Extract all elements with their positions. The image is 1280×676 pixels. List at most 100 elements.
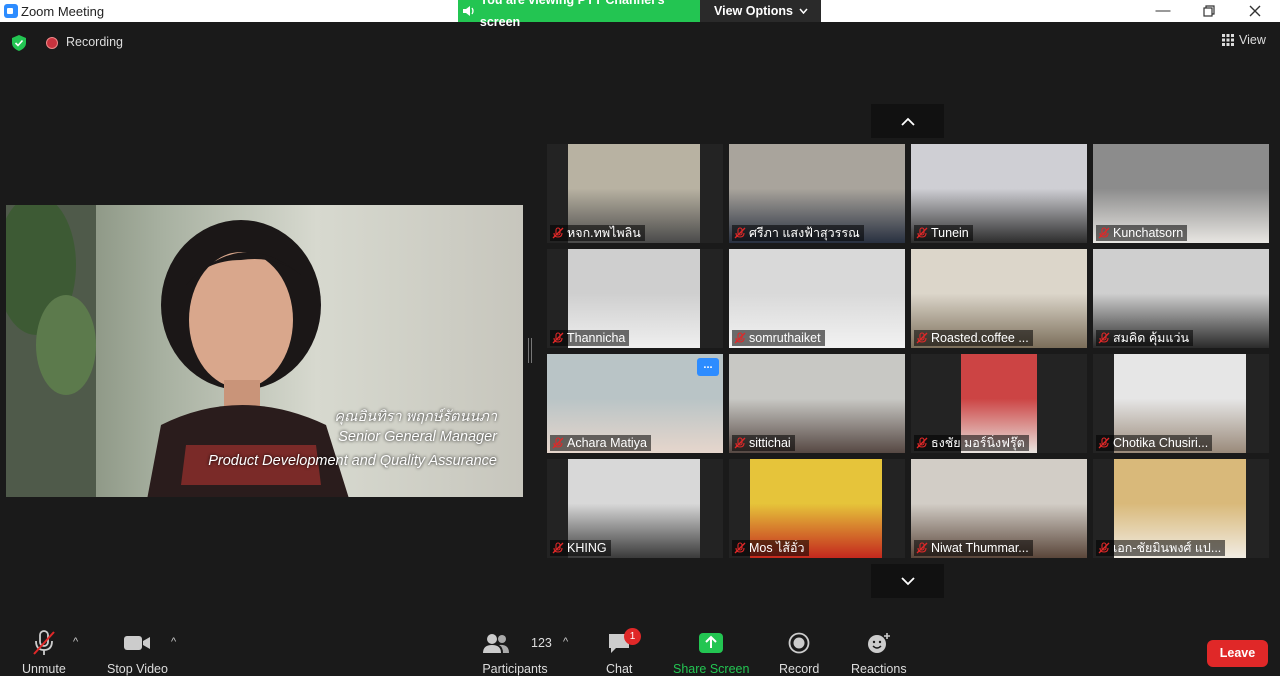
stop-video-button[interactable]: Stop Video — [107, 628, 168, 676]
participant-name-tag: เอก-ชัยมินพงศ์ แป... — [1096, 540, 1226, 556]
close-icon[interactable] — [1232, 1, 1278, 21]
share-screen-label: Share Screen — [673, 662, 750, 676]
chat-unread-badge: 1 — [624, 628, 641, 645]
viewing-banner: You are viewing PYT Channel's screen Vie… — [458, 0, 821, 29]
viewing-indicator: You are viewing PYT Channel's screen — [458, 0, 700, 29]
participant-tile[interactable]: somruthaiket — [729, 249, 905, 348]
share-screen-button[interactable]: Share Screen — [673, 628, 749, 676]
view-options-button[interactable]: View Options — [700, 0, 821, 22]
chevron-down-icon — [900, 576, 915, 585]
participant-name: somruthaiket — [749, 331, 821, 345]
tile-more-options-button[interactable]: ... — [697, 358, 719, 376]
participant-name: Roasted.coffee ... — [931, 331, 1029, 345]
participant-tile[interactable]: Chotika Chusiri... — [1093, 354, 1269, 453]
unmute-button[interactable]: Unmute — [22, 628, 66, 676]
leave-button[interactable]: Leave — [1207, 640, 1268, 667]
participant-tile[interactable]: Kunchatsorn — [1093, 144, 1269, 243]
chat-label: Chat — [606, 662, 633, 676]
participant-name: เอก-ชัยมินพงศ์ แป... — [1113, 541, 1222, 555]
mic-muted-icon — [734, 542, 746, 554]
restore-icon[interactable] — [1186, 1, 1232, 21]
mic-muted-icon — [916, 227, 928, 239]
participants-options-caret[interactable]: ^ — [563, 636, 568, 648]
caption-department: Product Development and Quality Assuranc… — [208, 453, 497, 469]
reactions-label: Reactions — [851, 662, 907, 676]
participant-tile[interactable]: Niwat Thummar... — [911, 459, 1087, 558]
record-icon — [788, 632, 810, 654]
participant-tile[interactable]: หจก.ทพไพลิน — [547, 144, 723, 243]
smiley-plus-icon — [867, 633, 890, 653]
participant-name: ธงชัย มอร์นิ่งฟรุ๊ต — [931, 436, 1025, 450]
mic-muted-icon — [734, 437, 746, 449]
security-shield-icon[interactable] — [12, 35, 26, 51]
participant-name-tag: หจก.ทพไพลิน — [550, 225, 645, 241]
mic-muted-icon — [552, 437, 564, 449]
participant-name-tag: Chotika Chusiri... — [1096, 435, 1213, 451]
participant-name-tag: ศรีภา แสงฟ้าสุวรรณ — [732, 225, 864, 241]
participant-tile[interactable]: Thannicha — [547, 249, 723, 348]
participant-tile[interactable]: สมคิด คุ้มแว่น — [1093, 249, 1269, 348]
participant-name: สมคิด คุ้มแว่น — [1113, 331, 1190, 345]
participant-name-tag: Roasted.coffee ... — [914, 330, 1033, 346]
mic-muted-icon — [552, 542, 564, 554]
participant-name: Niwat Thummar... — [931, 541, 1029, 555]
participants-label: Participants — [482, 662, 548, 676]
participant-tile[interactable]: KHING — [547, 459, 723, 558]
view-label: View — [1239, 33, 1266, 47]
view-button[interactable]: View — [1222, 33, 1266, 47]
participant-name-tag: สมคิด คุ้มแว่น — [1096, 330, 1194, 346]
participant-tile[interactable]: Achara Matiya... — [547, 354, 723, 453]
shared-screen: คุณอินทิรา พฤกษ์รัตนนภา Senior General M… — [6, 205, 523, 497]
video-camera-icon — [124, 636, 151, 650]
mic-muted-icon — [1098, 227, 1110, 239]
participant-name-tag: Tunein — [914, 225, 973, 241]
participant-tile[interactable]: Mos ไส้อั่ว — [729, 459, 905, 558]
record-label: Record — [779, 662, 820, 676]
participant-name-tag: Kunchatsorn — [1096, 225, 1188, 241]
participant-tile[interactable]: เอก-ชัยมินพงศ์ แป... — [1093, 459, 1269, 558]
participant-name: Kunchatsorn — [1113, 226, 1184, 240]
gallery-down-button[interactable] — [871, 564, 944, 598]
record-button[interactable]: Record — [779, 628, 819, 676]
participant-name-tag: Thannicha — [550, 330, 630, 346]
minimize-icon[interactable]: — — [1140, 1, 1186, 21]
share-screen-icon — [699, 633, 724, 653]
recording-dot-icon — [46, 37, 58, 49]
participants-count: 123 — [531, 636, 552, 650]
split-handle[interactable] — [528, 338, 532, 363]
participant-name: ศรีภา แสงฟ้าสุวรรณ — [749, 226, 860, 240]
plant-image — [6, 205, 96, 497]
viewing-text: You are viewing PYT Channel's screen — [479, 0, 665, 29]
participant-name-tag: KHING — [550, 540, 611, 556]
mic-muted-icon — [552, 227, 564, 239]
mic-muted-icon — [1098, 332, 1110, 344]
participant-name-tag: Achara Matiya — [550, 435, 651, 451]
participant-tile[interactable]: sittichai — [729, 354, 905, 453]
chevron-down-icon — [799, 8, 808, 14]
recording-label: Recording — [66, 35, 123, 49]
participant-name: Thannicha — [567, 331, 626, 345]
caption-title: Senior General Manager — [338, 429, 497, 445]
microphone-muted-icon — [33, 630, 55, 655]
participant-name-tag: Mos ไส้อั่ว — [732, 540, 809, 556]
participant-tile[interactable]: Tunein — [911, 144, 1087, 243]
reactions-button[interactable]: Reactions — [851, 628, 907, 676]
mic-muted-icon — [916, 437, 928, 449]
participant-tile[interactable]: Roasted.coffee ... — [911, 249, 1087, 348]
participant-tile[interactable]: ธงชัย มอร์นิ่งฟรุ๊ต — [911, 354, 1087, 453]
stop-video-label: Stop Video — [107, 662, 168, 676]
speaker-icon — [463, 6, 474, 16]
participant-name: Achara Matiya — [567, 436, 647, 450]
participant-name-tag: ธงชัย มอร์นิ่งฟรุ๊ต — [914, 435, 1029, 451]
video-options-caret[interactable]: ^ — [171, 636, 176, 648]
mic-muted-icon — [916, 542, 928, 554]
caption-name: คุณอินทิรา พฤกษ์รัตนนภา — [334, 409, 497, 425]
view-options-label: View Options — [714, 4, 793, 18]
mic-muted-icon — [734, 227, 746, 239]
unmute-label: Unmute — [22, 662, 66, 676]
mic-muted-icon — [1098, 542, 1110, 554]
gallery-up-button[interactable] — [871, 104, 944, 138]
audio-options-caret[interactable]: ^ — [73, 636, 78, 648]
zoom-app-icon — [4, 4, 18, 18]
participant-tile[interactable]: ศรีภา แสงฟ้าสุวรรณ — [729, 144, 905, 243]
